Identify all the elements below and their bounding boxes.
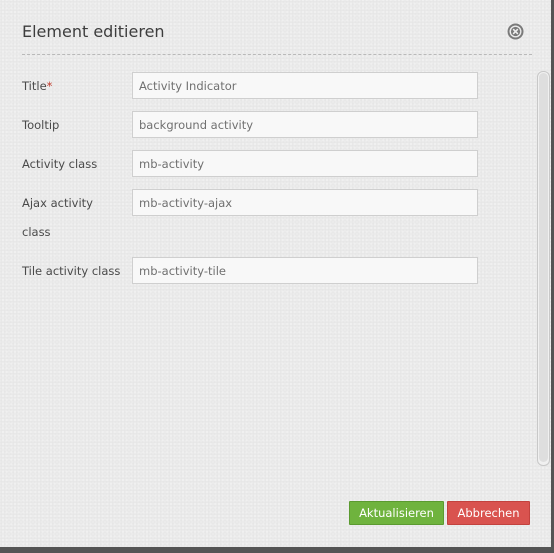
- form-row-title: Title*: [22, 72, 527, 111]
- tooltip-label: Tooltip: [22, 118, 60, 132]
- form-content: Title* Tooltip Activity class Ajax activ…: [22, 72, 527, 296]
- activity-class-input[interactable]: [132, 150, 478, 177]
- title-label: Title*: [22, 72, 122, 101]
- edit-element-dialog: Element editieren Title* Tooltip Activit…: [0, 0, 554, 553]
- dialog-title: Element editieren: [22, 22, 165, 41]
- vertical-scrollbar[interactable]: [537, 71, 550, 466]
- tile-activity-class-input[interactable]: [132, 257, 478, 284]
- close-circle-icon: [507, 23, 524, 40]
- form-row-tooltip: Tooltip: [22, 111, 527, 150]
- form-row-tile-activity-class: Tile activity class: [22, 257, 527, 296]
- update-button[interactable]: Aktualisieren: [349, 501, 444, 525]
- form-row-ajax-activity-class: Ajax activity class: [22, 189, 527, 257]
- title-label-text: Title: [22, 79, 47, 93]
- required-marker: *: [46, 79, 53, 93]
- cancel-button[interactable]: Abbrechen: [447, 501, 530, 525]
- tile-activity-class-label: Tile activity class: [22, 264, 121, 278]
- form-row-activity-class: Activity class: [22, 150, 527, 189]
- ajax-activity-class-label: Ajax activity class: [22, 196, 93, 239]
- tooltip-input[interactable]: [132, 111, 478, 138]
- scrollbar-thumb[interactable]: [539, 73, 548, 462]
- dialog-header: Element editieren: [22, 0, 532, 55]
- close-button[interactable]: [507, 23, 524, 40]
- activity-class-label: Activity class: [22, 157, 98, 171]
- ajax-activity-class-input[interactable]: [132, 189, 478, 216]
- title-input[interactable]: [132, 72, 478, 99]
